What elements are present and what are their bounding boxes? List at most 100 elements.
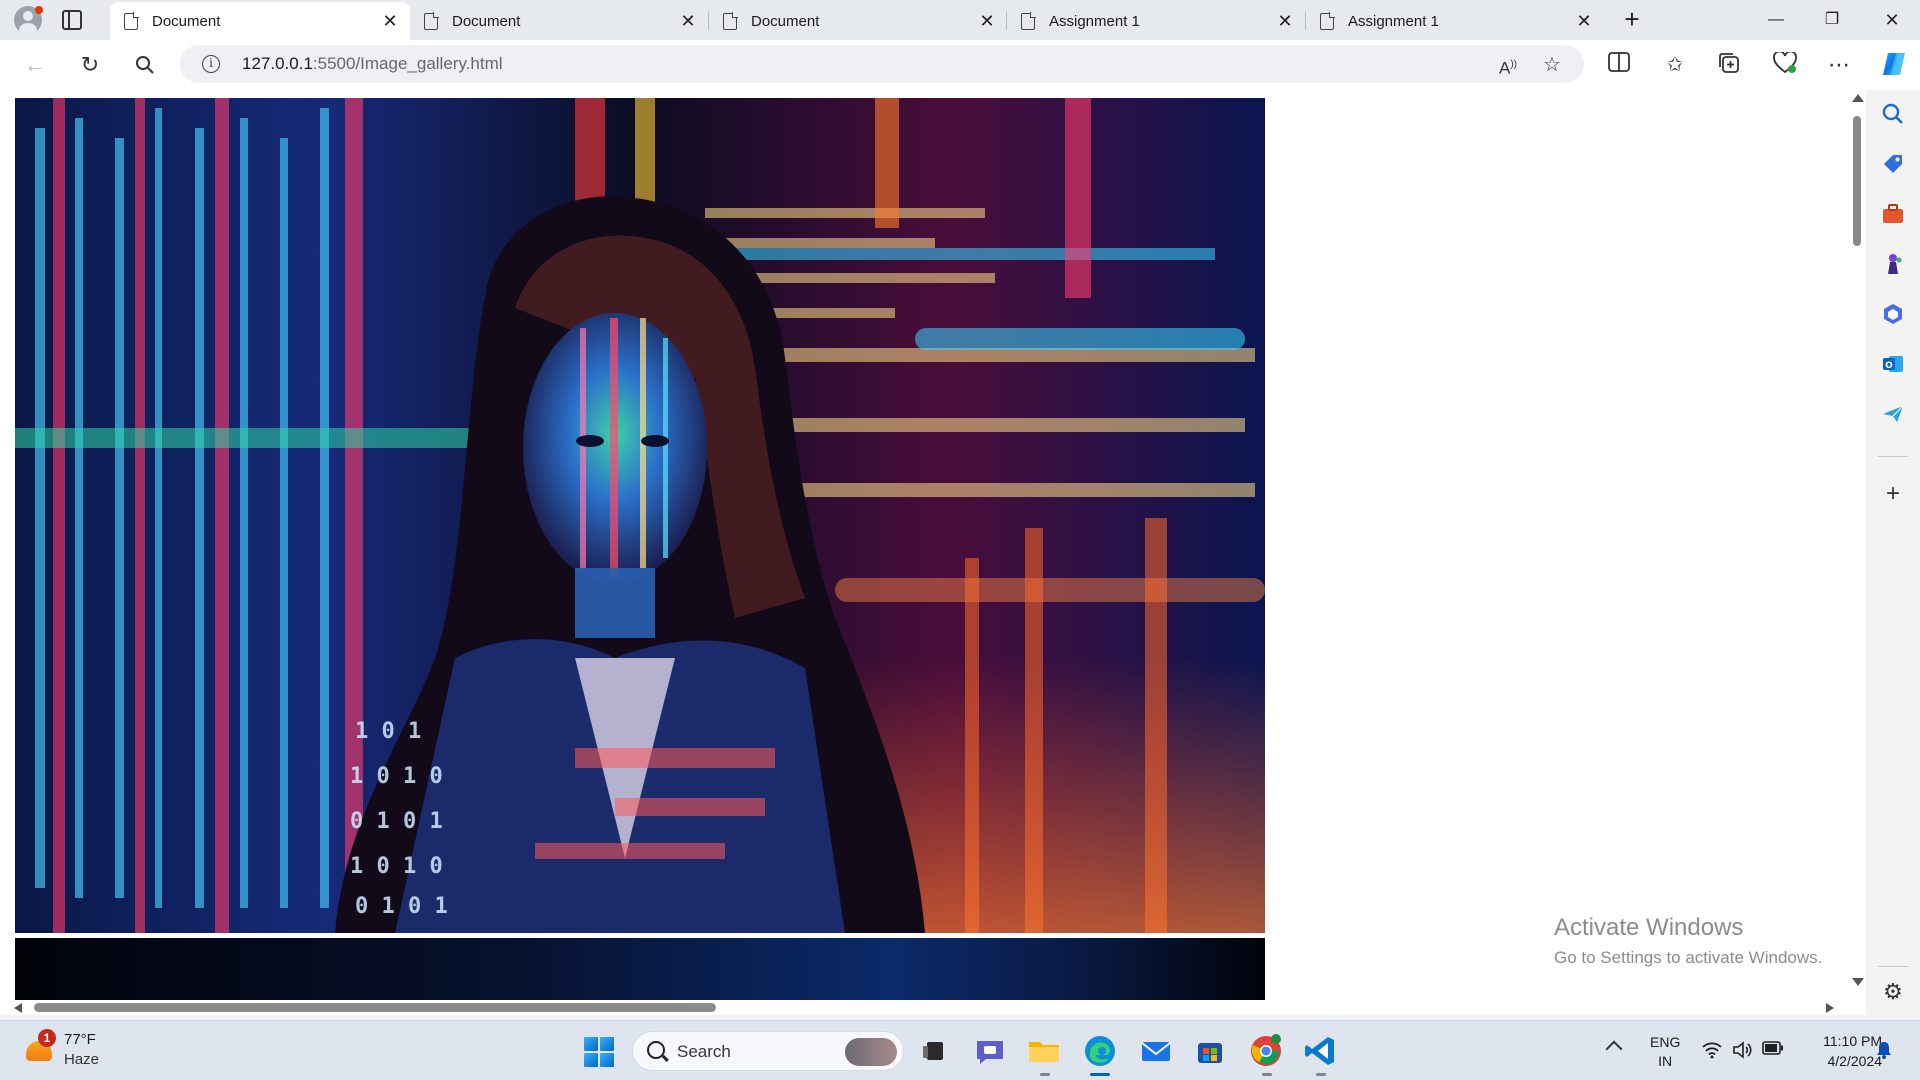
refresh-button[interactable]: ↻ xyxy=(75,50,105,80)
tab-close-icon[interactable]: ✕ xyxy=(1574,11,1594,31)
tab-strip: Document ✕ Document ✕ Document ✕ Assignm… xyxy=(0,0,1920,40)
tab-assignment-2[interactable]: Assignment 1 ✕ xyxy=(1306,2,1604,40)
address-bar[interactable]: i 127.0.0.1:5500/Image_gallery.html A)) … xyxy=(180,45,1584,83)
scroll-right-arrow[interactable] xyxy=(1826,1003,1834,1013)
taskbar-search-box[interactable]: Search xyxy=(632,1031,904,1071)
scroll-up-arrow[interactable] xyxy=(1852,94,1864,102)
more-options-icon[interactable]: ⋯ xyxy=(1826,52,1852,78)
url-text[interactable]: 127.0.0.1:5500/Image_gallery.html xyxy=(242,54,503,74)
add-sidebar-app-icon[interactable]: + xyxy=(1881,482,1905,506)
clock-time: 11:10 PM xyxy=(1823,1033,1882,1049)
svg-text:1 0 1 0: 1 0 1 0 xyxy=(350,764,443,789)
language-code: ENG xyxy=(1650,1034,1681,1050)
close-window-button[interactable]: ✕ xyxy=(1864,0,1920,40)
wifi-icon[interactable] xyxy=(1702,1041,1722,1061)
games-chess-icon[interactable] xyxy=(1881,252,1905,276)
restore-button[interactable]: ❐ xyxy=(1804,0,1860,40)
back-button[interactable]: ← xyxy=(20,50,50,80)
tab-close-icon[interactable]: ✕ xyxy=(977,11,997,31)
tab-document-1[interactable]: Document ✕ xyxy=(110,2,410,40)
teams-chat-icon[interactable] xyxy=(972,1033,1008,1069)
tools-briefcase-icon[interactable] xyxy=(1881,202,1905,226)
region-code: IN xyxy=(1658,1053,1673,1069)
drop-send-icon[interactable] xyxy=(1881,402,1905,426)
sidebar-settings-gear-icon[interactable]: ⚙ xyxy=(1881,980,1905,1004)
svg-text:O: O xyxy=(1885,361,1893,371)
sidebar-divider xyxy=(1878,456,1908,457)
svg-text:1 0 1: 1 0 1 xyxy=(355,719,421,744)
page-icon xyxy=(1021,11,1036,30)
minimize-button[interactable]: — xyxy=(1748,0,1804,40)
clock-date: 4/2/2024 xyxy=(1827,1053,1883,1069)
search-icon xyxy=(647,1041,665,1059)
tab-actions-icon[interactable] xyxy=(62,10,82,30)
search-label: Search xyxy=(677,1042,731,1061)
file-explorer-icon[interactable] xyxy=(1026,1033,1062,1069)
chrome-icon[interactable] xyxy=(1248,1033,1284,1069)
browser-toolbar: ← ↻ i 127.0.0.1:5500/Image_gallery.html … xyxy=(0,40,1920,90)
url-host: 127.0.0.1 xyxy=(242,54,313,73)
tab-close-icon[interactable]: ✕ xyxy=(1275,11,1295,31)
favorites-icon[interactable]: ✩ xyxy=(1662,52,1688,78)
show-hidden-icons-chevron-up-icon[interactable] xyxy=(1605,1040,1623,1058)
active-app-indicator xyxy=(1090,1073,1110,1076)
shopping-tag-icon[interactable] xyxy=(1881,152,1905,176)
scroll-left-arrow[interactable] xyxy=(14,1003,22,1013)
tab-title: Document xyxy=(751,12,820,30)
copilot-icon[interactable] xyxy=(1880,50,1906,76)
input-language[interactable]: ENG IN xyxy=(1650,1033,1680,1071)
system-clock[interactable]: 11:10 PM 4/2/2024 xyxy=(1800,1031,1882,1071)
svg-text:1 0 1 0: 1 0 1 0 xyxy=(350,854,443,879)
sidebar-search-icon[interactable] xyxy=(1881,102,1905,126)
gallery-image-code-projection[interactable]: 1 0 1 1 0 1 0 0 1 0 1 1 0 1 0 0 1 0 1 xyxy=(15,98,1265,933)
browser-essentials-icon[interactable] xyxy=(1772,50,1798,78)
horizontal-scroll-thumb[interactable] xyxy=(34,1003,716,1012)
gallery-image-2[interactable] xyxy=(15,938,1265,1008)
outlook-icon[interactable]: O xyxy=(1881,352,1905,376)
split-screen-icon[interactable] xyxy=(1606,52,1632,78)
scroll-down-arrow[interactable] xyxy=(1852,978,1864,986)
tab-title: Assignment 1 xyxy=(1049,12,1140,30)
page-viewport[interactable]: 1 0 1 1 0 1 0 0 1 0 1 1 0 1 0 0 1 0 1 xyxy=(0,90,1866,1015)
sidebar-divider xyxy=(1878,966,1908,967)
new-tab-button[interactable]: + xyxy=(1618,6,1646,34)
watermark-title: Activate Windows xyxy=(1554,914,1744,941)
weather-badge: 1 xyxy=(38,1029,56,1047)
weather-widget[interactable]: 1 77°F Haze xyxy=(22,1029,162,1075)
mail-icon[interactable] xyxy=(1138,1033,1174,1069)
tab-title: Document xyxy=(152,12,221,30)
horizontal-scrollbar[interactable] xyxy=(0,1000,1848,1015)
notification-bell-icon[interactable] xyxy=(1876,1041,1892,1059)
running-indicator xyxy=(1316,1073,1326,1076)
tab-document-2[interactable]: Document ✕ xyxy=(410,2,708,40)
microsoft-365-icon[interactable] xyxy=(1881,302,1905,326)
edge-sidebar: O + ⚙ xyxy=(1866,90,1920,1015)
edge-browser-icon[interactable] xyxy=(1082,1033,1118,1069)
tab-assignment-1[interactable]: Assignment 1 ✕ xyxy=(1007,2,1305,40)
svg-text:0 1 0 1: 0 1 0 1 xyxy=(350,809,443,834)
search-icon[interactable] xyxy=(130,50,160,80)
running-indicator xyxy=(1040,1073,1050,1076)
vscode-icon[interactable] xyxy=(1302,1033,1338,1069)
battery-icon[interactable] xyxy=(1762,1041,1783,1061)
page-icon xyxy=(723,11,738,30)
volume-icon[interactable] xyxy=(1732,1041,1752,1061)
tab-document-3[interactable]: Document ✕ xyxy=(709,2,1007,40)
vertical-scrollbar[interactable] xyxy=(1848,90,1866,1015)
tab-close-icon[interactable]: ✕ xyxy=(678,11,698,31)
favorite-star-icon[interactable]: ☆ xyxy=(1540,53,1564,77)
running-indicator xyxy=(1262,1073,1272,1076)
search-highlight-image xyxy=(845,1038,897,1066)
profile-notification-dot xyxy=(35,6,43,14)
windows-taskbar: 1 77°F Haze Search ENG IN 11:10 PM 4/2/2… xyxy=(0,1020,1920,1080)
microsoft-store-icon[interactable] xyxy=(1192,1033,1228,1069)
task-view-icon[interactable] xyxy=(916,1033,952,1069)
vertical-scroll-thumb[interactable] xyxy=(1853,116,1861,246)
tab-close-icon[interactable]: ✕ xyxy=(380,11,400,31)
site-info-icon[interactable]: i xyxy=(202,55,220,73)
read-aloud-icon[interactable]: A)) xyxy=(1496,53,1520,78)
collections-icon[interactable] xyxy=(1716,52,1742,78)
activate-windows-watermark: Activate Windows Go to Settings to activ… xyxy=(1554,914,1822,968)
watermark-subtitle: Go to Settings to activate Windows. xyxy=(1554,948,1823,967)
start-windows-icon[interactable] xyxy=(584,1037,614,1067)
